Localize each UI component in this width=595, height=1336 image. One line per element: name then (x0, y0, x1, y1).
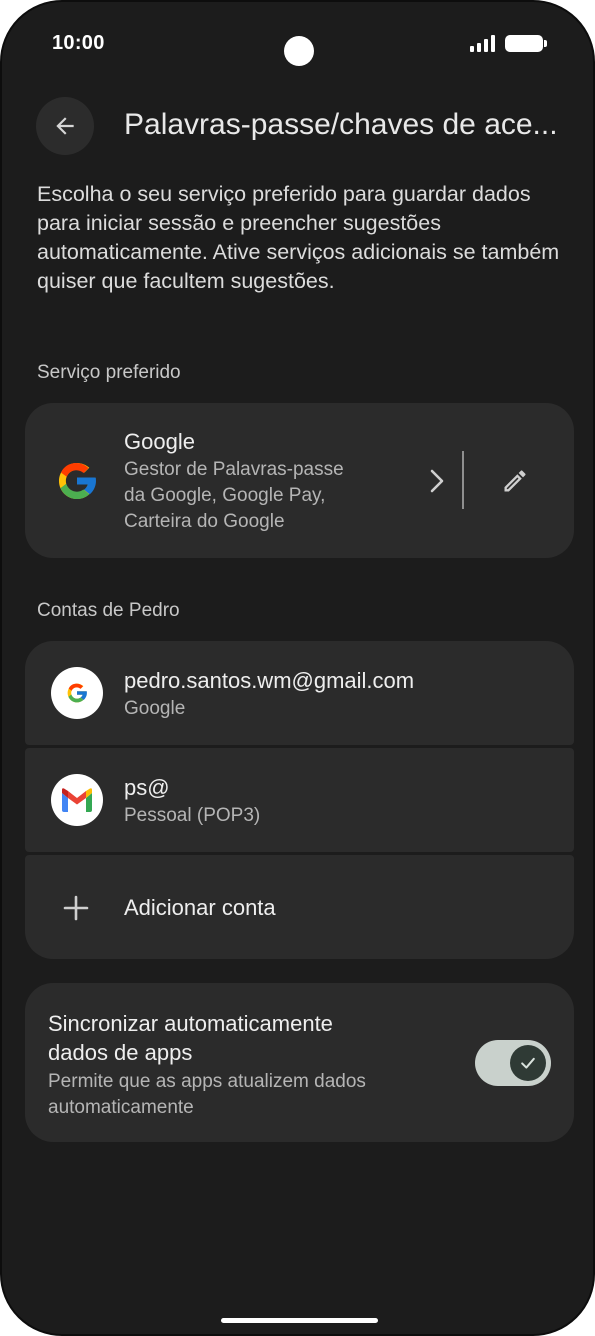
account-subtitle: Pessoal (POP3) (124, 805, 261, 826)
front-camera (284, 36, 314, 66)
add-account-button[interactable]: Adicionar conta (25, 855, 574, 959)
google-logo-icon (58, 462, 96, 500)
check-icon (521, 1057, 535, 1069)
battery-icon (505, 35, 547, 52)
add-account-label: Adicionar conta (124, 895, 276, 920)
description-line: da Google, Google Pay, (124, 485, 326, 506)
subtitle-line: automaticamente (48, 1097, 194, 1118)
account-item-pop3[interactable]: ps@ Pessoal (POP3) (25, 748, 574, 852)
subtitle-line: Permite que as apps atualizem dados (48, 1071, 366, 1092)
description-line: Gestor de Palavras-passe (124, 459, 344, 480)
arrow-back-icon (56, 117, 74, 135)
intro-text: Escolha o seu serviço preferido para gua… (37, 182, 560, 293)
google-g-icon (67, 683, 87, 703)
chevron-right-icon (430, 469, 444, 493)
pencil-icon (504, 470, 526, 492)
account-item-google[interactable]: pedro.santos.wm@gmail.com Google (25, 641, 574, 745)
title-line: Sincronizar automaticamente (48, 1011, 333, 1036)
preferred-service-name: Google (124, 429, 195, 454)
section-label-preferred: Serviço preferido (37, 362, 181, 383)
preferred-service-description: Gestor de Palavras-passe da Google, Goog… (124, 457, 344, 535)
account-subtitle: Google (124, 698, 186, 719)
title-line: dados de apps (48, 1040, 193, 1065)
status-icons (470, 35, 547, 52)
account-title: pedro.santos.wm@gmail.com (124, 668, 415, 693)
preferred-service-card[interactable]: Google Gestor de Palavras-passe da Googl… (25, 403, 574, 558)
signal-icon (470, 35, 495, 52)
phone-screen: 10:00 Palavras-passe/chaves de ace... Es… (0, 0, 595, 1336)
back-button[interactable] (36, 97, 94, 155)
page-title: Palavras-passe/chaves de ace... (124, 108, 558, 141)
description-line: Carteira do Google (124, 511, 285, 532)
section-label-accounts: Contas de Pedro (37, 600, 180, 621)
plus-icon (63, 895, 89, 921)
gmail-icon (62, 788, 92, 812)
avatar (51, 667, 103, 719)
edit-service-button[interactable] (493, 459, 537, 503)
avatar (51, 774, 103, 826)
auto-sync-title: Sincronizar automaticamente dados de app… (48, 1009, 333, 1067)
status-time: 10:00 (52, 32, 105, 54)
auto-sync-card[interactable]: Sincronizar automaticamente dados de app… (25, 983, 574, 1142)
account-title: ps@ (124, 775, 170, 800)
home-indicator[interactable] (221, 1318, 378, 1323)
auto-sync-toggle[interactable] (475, 1040, 551, 1086)
auto-sync-subtitle: Permite que as apps atualizem dados auto… (48, 1069, 366, 1121)
toggle-knob (510, 1045, 546, 1081)
divider (462, 451, 464, 509)
